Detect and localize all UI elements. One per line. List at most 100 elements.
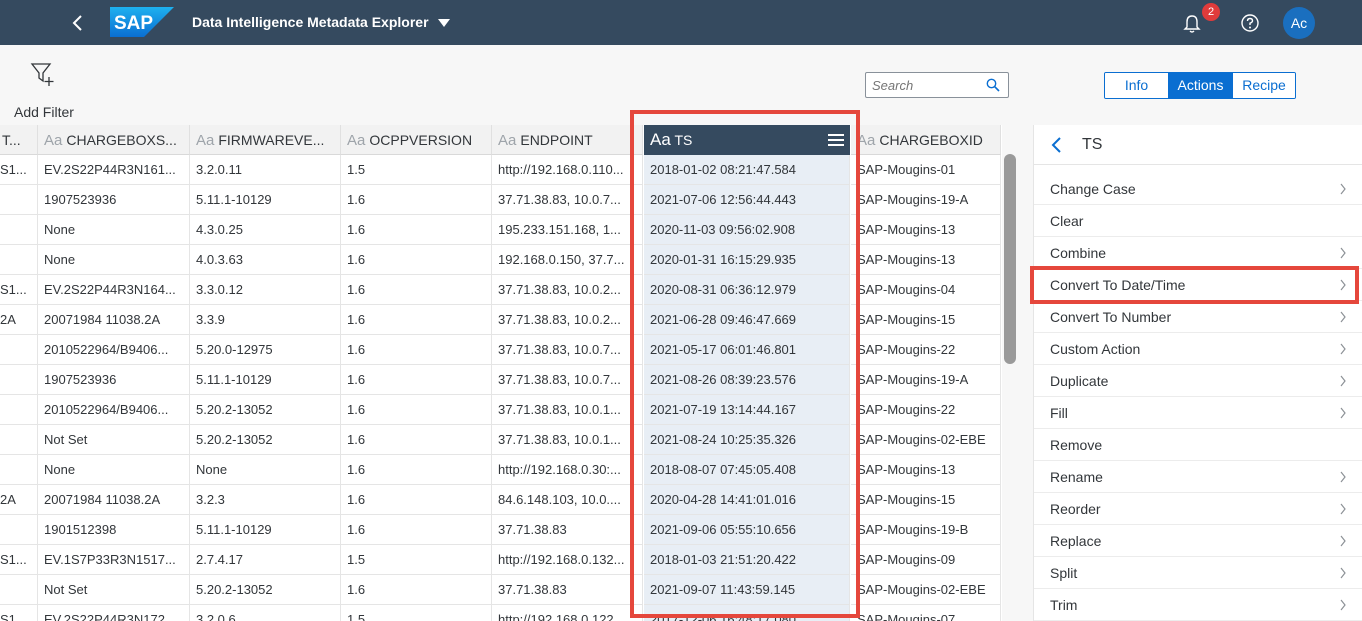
table-cell[interactable]: S1... — [0, 275, 38, 305]
table-cell[interactable]: 2018-01-03 21:51:20.422 — [644, 545, 850, 575]
table-cell[interactable]: 2020-01-31 16:15:29.935 — [644, 245, 850, 275]
table-cell[interactable]: S1... — [0, 545, 38, 575]
scrollbar-thumb[interactable] — [1004, 154, 1016, 364]
table-cell[interactable]: SAP-Mougins-02-EBE — [851, 425, 1001, 455]
table-cell[interactable]: None — [38, 215, 190, 245]
table-cell[interactable]: 2021-07-06 12:56:44.443 — [644, 185, 850, 215]
table-cell[interactable]: 2020-04-28 14:41:01.016 — [644, 485, 850, 515]
table-cell[interactable]: 1.6 — [341, 575, 492, 605]
table-cell[interactable]: 3.2.3 — [190, 485, 341, 515]
action-item[interactable]: Clear — [1034, 205, 1362, 237]
table-cell[interactable]: 2020-08-31 06:36:12.979 — [644, 275, 850, 305]
help-icon[interactable] — [1240, 13, 1260, 33]
table-cell[interactable]: Not Set — [38, 425, 190, 455]
table-cell[interactable]: http://192.168.0.30:... — [492, 455, 643, 485]
column-header[interactable]: Aa ENDPOINT — [492, 125, 643, 155]
table-cell[interactable] — [0, 395, 38, 425]
add-filter-button[interactable]: Add Filter — [14, 59, 84, 120]
segment-recipe[interactable]: Recipe — [1232, 73, 1295, 98]
table-cell[interactable]: 1907523936 — [38, 185, 190, 215]
action-item[interactable]: Replace — [1034, 525, 1362, 557]
column-header-ts[interactable]: Aa TS — [644, 125, 850, 155]
table-cell[interactable]: 2017-12-06 16:48:17.080 — [644, 605, 850, 621]
table-cell[interactable]: S1... — [0, 155, 38, 185]
table-cell[interactable]: 37.71.38.83, 10.0.7... — [492, 185, 643, 215]
table-cell[interactable]: 1.6 — [341, 515, 492, 545]
search-icon[interactable] — [986, 78, 1000, 92]
table-cell[interactable]: SAP-Mougins-02-EBE — [851, 575, 1001, 605]
table-cell[interactable] — [0, 245, 38, 275]
table-cell[interactable]: EV.2S22P44R3N172... — [38, 605, 190, 621]
column-header[interactable]: Aa OCPPVERSION — [341, 125, 492, 155]
table-cell[interactable]: 5.11.1-10129 — [190, 365, 341, 395]
table-cell[interactable]: 37.71.38.83, 10.0.7... — [492, 365, 643, 395]
table-cell[interactable]: 2A — [0, 305, 38, 335]
table-cell[interactable]: 1.6 — [341, 305, 492, 335]
table-cell[interactable]: 195.233.151.168, 1... — [492, 215, 643, 245]
table-cell[interactable]: 1.5 — [341, 545, 492, 575]
column-header[interactable]: Aa CHARGEBOXS... — [38, 125, 190, 155]
table-cell[interactable]: 2020-11-03 09:56:02.908 — [644, 215, 850, 245]
table-cell[interactable]: 3.2.0.11 — [190, 155, 341, 185]
table-cell[interactable]: 5.20.2-13052 — [190, 395, 341, 425]
table-cell[interactable]: 1.6 — [341, 245, 492, 275]
table-cell[interactable]: 1.5 — [341, 155, 492, 185]
table-cell[interactable]: SAP-Mougins-15 — [851, 485, 1001, 515]
table-cell[interactable]: 1.6 — [341, 335, 492, 365]
segment-info[interactable]: Info — [1105, 73, 1168, 98]
action-item[interactable]: Change Case — [1034, 173, 1362, 205]
table-cell[interactable]: 2021-09-07 11:43:59.145 — [644, 575, 850, 605]
table-cell[interactable]: SAP-Mougins-07 — [851, 605, 1001, 621]
action-item[interactable]: Convert To Number — [1034, 301, 1362, 333]
table-cell[interactable]: 5.20.2-13052 — [190, 425, 341, 455]
table-cell[interactable] — [0, 365, 38, 395]
table-cell[interactable]: SAP-Mougins-19-A — [851, 185, 1001, 215]
table-cell[interactable] — [0, 575, 38, 605]
table-cell[interactable]: 2010522964/B9406... — [38, 395, 190, 425]
table-cell[interactable]: 37.71.38.83 — [492, 515, 643, 545]
table-cell[interactable]: SAP-Mougins-04 — [851, 275, 1001, 305]
table-cell[interactable]: SAP-Mougins-19-A — [851, 365, 1001, 395]
table-cell[interactable]: 20071984 11038.2A — [38, 305, 190, 335]
bell-icon[interactable] — [1182, 13, 1202, 35]
table-cell[interactable]: 2021-05-17 06:01:46.801 — [644, 335, 850, 365]
table-cell[interactable]: None — [190, 455, 341, 485]
table-cell[interactable]: None — [38, 245, 190, 275]
table-cell[interactable]: 1.6 — [341, 485, 492, 515]
table-cell[interactable]: 37.71.38.83, 10.0.1... — [492, 395, 643, 425]
table-cell[interactable]: 2.7.4.17 — [190, 545, 341, 575]
column-header[interactable]: T... — [0, 125, 38, 155]
table-cell[interactable]: 1901512398 — [38, 515, 190, 545]
table-cell[interactable] — [0, 215, 38, 245]
table-cell[interactable]: 37.71.38.83, 10.0.1... — [492, 425, 643, 455]
column-header[interactable]: Aa CHARGEBOXID — [851, 125, 1001, 155]
table-cell[interactable]: 2021-06-28 09:46:47.669 — [644, 305, 850, 335]
table-cell[interactable]: 2021-09-06 05:55:10.656 — [644, 515, 850, 545]
table-cell[interactable]: 1.6 — [341, 275, 492, 305]
table-cell[interactable]: 5.20.0-12975 — [190, 335, 341, 365]
column-header[interactable]: Aa FIRMWAREVE... — [190, 125, 341, 155]
table-cell[interactable]: 2018-08-07 07:45:05.408 — [644, 455, 850, 485]
table-cell[interactable]: 1907523936 — [38, 365, 190, 395]
table-cell[interactable]: 2A — [0, 485, 38, 515]
table-cell[interactable] — [0, 185, 38, 215]
action-item[interactable]: Convert To Date/Time — [1034, 269, 1362, 301]
table-cell[interactable]: SAP-Mougins-22 — [851, 395, 1001, 425]
table-cell[interactable]: 1.6 — [341, 365, 492, 395]
panel-back-icon[interactable] — [1050, 136, 1064, 154]
action-item[interactable]: Split — [1034, 557, 1362, 589]
table-cell[interactable]: S1 — [0, 605, 38, 621]
table-cell[interactable]: 5.11.1-10129 — [190, 185, 341, 215]
back-arrow-icon[interactable] — [68, 12, 88, 34]
table-cell[interactable]: 1.6 — [341, 455, 492, 485]
table-cell[interactable]: 84.6.148.103, 10.0.... — [492, 485, 643, 515]
table-cell[interactable]: 3.3.9 — [190, 305, 341, 335]
table-cell[interactable]: 1.6 — [341, 185, 492, 215]
action-item[interactable]: Custom Action — [1034, 333, 1362, 365]
action-item[interactable]: Fill — [1034, 397, 1362, 429]
table-cell[interactable] — [0, 455, 38, 485]
app-title[interactable]: Data Intelligence Metadata Explorer — [192, 14, 429, 30]
table-cell[interactable]: http://192.168.0.110... — [492, 155, 643, 185]
table-cell[interactable] — [0, 335, 38, 365]
table-cell[interactable]: SAP-Mougins-09 — [851, 545, 1001, 575]
